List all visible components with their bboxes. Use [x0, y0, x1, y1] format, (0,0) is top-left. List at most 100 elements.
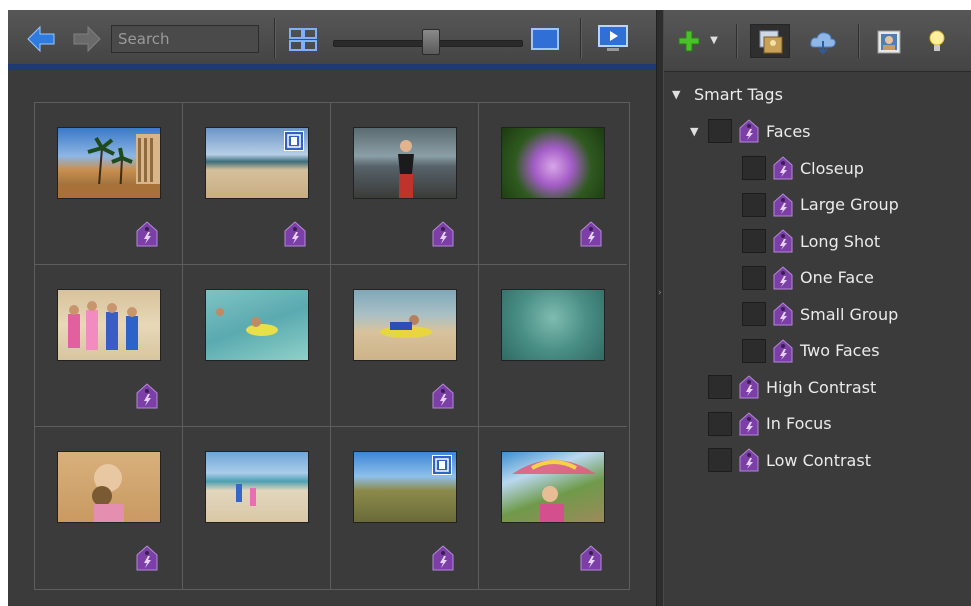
- tree-row-face-tag[interactable]: Small Group: [742, 299, 898, 329]
- grid-cell[interactable]: [331, 103, 479, 265]
- grid-cell[interactable]: [183, 103, 331, 265]
- tree-row-tag[interactable]: Low Contrast: [708, 445, 871, 475]
- tags-toolbar: ▼: [664, 10, 971, 72]
- video-clip-icon: [432, 455, 452, 475]
- photo-thumbnail[interactable]: [501, 127, 605, 199]
- grid-cell[interactable]: [183, 265, 331, 427]
- tag-label: Large Group: [800, 195, 899, 214]
- expand-triangle-icon[interactable]: ▼: [672, 88, 686, 101]
- tree-row-smart-tags[interactable]: ▼ Smart Tags: [672, 79, 783, 109]
- forward-arrow-icon[interactable]: [70, 23, 104, 55]
- grid-cell[interactable]: [35, 427, 183, 589]
- slideshow-icon[interactable]: [596, 23, 630, 55]
- grid-cell[interactable]: [479, 265, 627, 427]
- panel-splitter[interactable]: ›: [656, 10, 664, 606]
- tag-label: Closeup: [800, 158, 864, 178]
- tag-label: One Face: [800, 268, 874, 287]
- grid-cell[interactable]: [479, 427, 627, 589]
- tag-checkbox[interactable]: [742, 338, 766, 363]
- tag-label: Faces: [766, 121, 811, 141]
- grid-cell[interactable]: [331, 265, 479, 427]
- toolbar-divider: [736, 24, 737, 58]
- tag-label: In Focus: [766, 414, 832, 433]
- smart-tag-icon: [432, 383, 454, 409]
- tag-checkbox[interactable]: [742, 229, 766, 253]
- large-view-icon[interactable]: [530, 26, 560, 52]
- tag-label: High Contrast: [766, 377, 877, 397]
- tree-row-face-tag[interactable]: Closeup: [742, 153, 864, 183]
- tag-label: Low Contrast: [766, 450, 871, 470]
- tag-checkbox[interactable]: [708, 411, 732, 436]
- media-toolbar: Search: [8, 10, 656, 65]
- back-arrow-icon[interactable]: [24, 23, 58, 55]
- photo-thumbnail[interactable]: [501, 451, 605, 523]
- smart-tag-icon: [136, 545, 158, 571]
- organizer-window: Search › ▼ ▼ Smart Tags ▼ Faces Closeup …: [8, 10, 971, 606]
- tags-panel: ▼ Smart Tags ▼ Faces Closeup Large Group Lon…: [664, 72, 971, 606]
- smart-tag-icon: [773, 229, 793, 253]
- smart-tag-icon: [284, 221, 306, 247]
- tag-checkbox[interactable]: [708, 119, 732, 143]
- people-icon[interactable]: [876, 28, 902, 56]
- smart-tag-icon: [773, 338, 793, 362]
- slider-thumb[interactable]: [422, 29, 440, 55]
- lightbulb-icon[interactable]: [926, 28, 948, 56]
- tag-checkbox[interactable]: [708, 448, 732, 472]
- tag-checkbox[interactable]: [708, 375, 732, 399]
- toolbar-divider: [274, 18, 275, 58]
- grid-cell[interactable]: [331, 427, 479, 589]
- photo-thumbnail[interactable]: [353, 451, 457, 523]
- photo-thumbnail[interactable]: [57, 289, 161, 361]
- smart-tag-icon: [773, 192, 793, 216]
- tree-row-tag[interactable]: High Contrast: [708, 372, 876, 402]
- photo-thumbnail[interactable]: [353, 289, 457, 361]
- tags-panel-button[interactable]: [750, 24, 790, 58]
- cloud-icon[interactable]: [808, 28, 838, 56]
- grid-view-icon[interactable]: [288, 26, 318, 54]
- smart-tag-icon: [773, 265, 793, 289]
- photo-thumbnail[interactable]: [57, 451, 161, 523]
- grid-cell[interactable]: [35, 265, 183, 427]
- expand-triangle-icon[interactable]: ▼: [690, 125, 704, 138]
- smart-tag-icon: [739, 448, 759, 472]
- smart-tag-icon: [739, 375, 759, 399]
- photo-thumbnail[interactable]: [205, 451, 309, 523]
- smart-tag-icon: [580, 545, 602, 571]
- smart-tag-icon: [739, 119, 759, 143]
- media-browser: [8, 70, 656, 606]
- grid-cell[interactable]: [479, 103, 627, 265]
- tag-checkbox[interactable]: [742, 265, 766, 290]
- tag-checkbox[interactable]: [742, 302, 766, 326]
- tag-label: Long Shot: [800, 231, 881, 251]
- smart-tag-icon: [580, 221, 602, 247]
- chevron-down-icon[interactable]: ▼: [708, 32, 720, 48]
- tag-checkbox[interactable]: [742, 156, 766, 180]
- tree-row-face-tag[interactable]: Long Shot: [742, 226, 880, 256]
- photo-thumbnail[interactable]: [353, 127, 457, 199]
- toolbar-divider: [580, 18, 581, 58]
- smart-tag-icon: [136, 221, 158, 247]
- photo-thumbnail[interactable]: [501, 289, 605, 361]
- toolbar-divider: [858, 24, 859, 58]
- photo-thumbnail[interactable]: [57, 127, 161, 199]
- tags-panel-icon: [759, 30, 783, 54]
- tree-row-face-tag[interactable]: Two Faces: [742, 336, 880, 366]
- tree-row-faces[interactable]: ▼ Faces: [690, 116, 811, 146]
- tag-checkbox[interactable]: [742, 192, 766, 217]
- grid-cell[interactable]: [35, 103, 183, 265]
- tree-row-face-tag[interactable]: One Face: [742, 263, 874, 293]
- search-input[interactable]: Search: [111, 25, 259, 53]
- add-tag-icon[interactable]: [676, 28, 702, 54]
- video-clip-icon: [284, 131, 304, 151]
- tag-label: Two Faces: [800, 341, 880, 360]
- smart-tag-icon: [773, 156, 793, 180]
- smart-tag-icon: [136, 383, 158, 409]
- tree-row-tag[interactable]: In Focus: [708, 409, 832, 439]
- smart-tag-icon: [432, 545, 454, 571]
- tree-row-face-tag[interactable]: Large Group: [742, 190, 899, 220]
- splitter-grip-icon[interactable]: ›: [658, 288, 662, 298]
- grid-cell[interactable]: [183, 427, 331, 589]
- tag-label: Small Group: [800, 304, 899, 324]
- photo-thumbnail[interactable]: [205, 289, 309, 361]
- photo-thumbnail[interactable]: [205, 127, 309, 199]
